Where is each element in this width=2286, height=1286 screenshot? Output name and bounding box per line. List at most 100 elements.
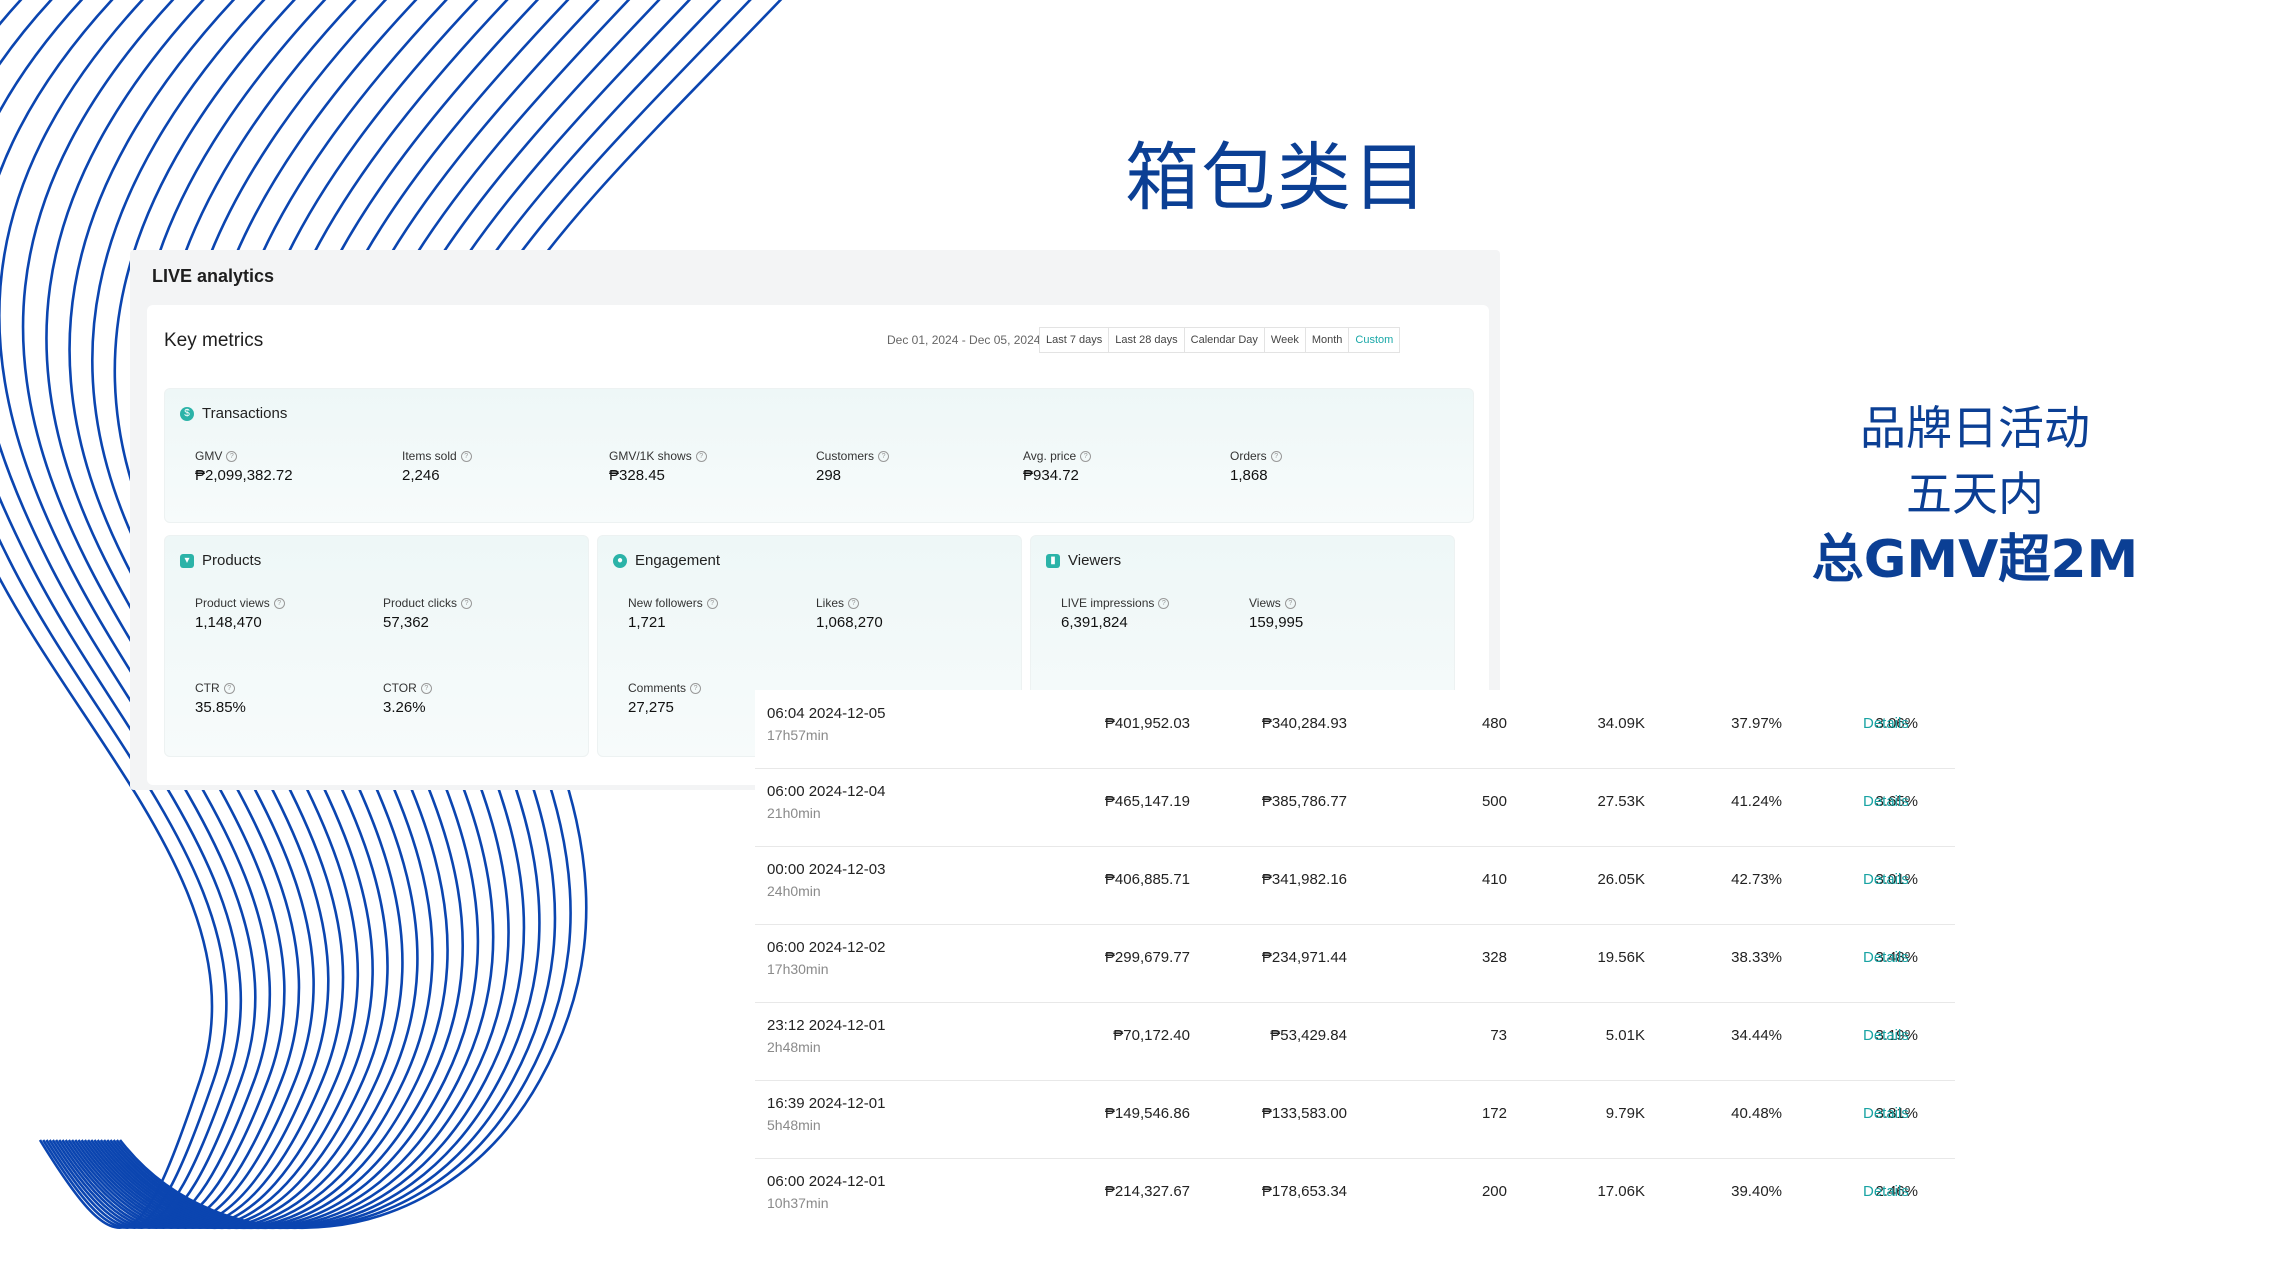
session-value-3: 480 — [1481, 715, 1507, 732]
viewers-header: ▮ Viewers — [1046, 552, 1121, 569]
session-duration: 10h37min — [767, 1195, 829, 1211]
metric-value: 1,721 — [628, 614, 666, 631]
help-icon[interactable]: ? — [223, 682, 235, 694]
metric-value: 159,995 — [1249, 614, 1304, 631]
details-link[interactable]: Details — [1863, 949, 1909, 966]
help-icon[interactable]: ? — [695, 450, 707, 462]
session-value-4: 26.05K — [1597, 871, 1645, 888]
slide-title: 箱包类目 — [1125, 135, 1429, 221]
details-link[interactable]: Details — [1863, 1105, 1909, 1122]
side-callout: 品牌日活动 五天内 总GMV超2M — [1780, 395, 2170, 593]
range-week-button[interactable]: Week — [1263, 327, 1306, 353]
session-value-4: 34.09K — [1597, 715, 1645, 732]
details-link[interactable]: Details — [1863, 715, 1909, 732]
metric-label: Items sold — [402, 449, 457, 463]
session-gmv: ₱406,885.71 — [1104, 871, 1190, 888]
session-start: 06:00 2024-12-01 — [767, 1173, 886, 1190]
help-icon[interactable]: ? — [1158, 597, 1170, 609]
metric-label: Comments — [628, 681, 687, 695]
session-start: 06:04 2024-12-05 — [767, 705, 886, 722]
metric-label: GMV/1K shows — [609, 449, 692, 463]
metric-label: Customers — [816, 449, 875, 463]
range-month-button[interactable]: Month — [1304, 327, 1350, 353]
products-panel: ▾ Products Product views? 1,148,470 Prod… — [164, 535, 589, 757]
metric-ctr: CTR? 35.85% — [195, 681, 246, 716]
help-icon[interactable]: ? — [1080, 450, 1092, 462]
session-value-5: 40.48% — [1731, 1105, 1782, 1122]
session-value-2: ₱340,284.93 — [1261, 715, 1347, 732]
session-value-3: 172 — [1481, 1105, 1507, 1122]
metric-likes: Likes? 1,068,270 — [816, 596, 883, 631]
session-start: 16:39 2024-12-01 — [767, 1095, 886, 1112]
metric-avg-price: Avg. price? ₱934.72 — [1023, 449, 1092, 484]
metric-live-impressions: LIVE impressions? 6,391,824 — [1061, 596, 1170, 631]
metric-label: CTR — [195, 681, 220, 695]
details-link[interactable]: Details — [1863, 871, 1909, 888]
engagement-title: Engagement — [635, 552, 721, 569]
session-value-3: 73 — [1490, 1027, 1507, 1044]
help-icon[interactable]: ? — [226, 450, 238, 462]
details-link[interactable]: Details — [1863, 1027, 1909, 1044]
help-icon[interactable]: ? — [878, 450, 890, 462]
live-sessions-table: 06:04 2024-12-05 17h57min ₱401,952.03 ₱3… — [755, 690, 1955, 1230]
help-icon[interactable]: ? — [461, 597, 473, 609]
metric-value: 3.26% — [383, 699, 426, 716]
session-value-5: 34.44% — [1731, 1027, 1782, 1044]
metric-label: Product views — [195, 596, 270, 610]
engagement-header: ● Engagement — [613, 552, 720, 569]
metric-product-clicks: Product clicks? 57,362 — [383, 596, 473, 631]
metric-value: 1,068,270 — [816, 614, 883, 631]
products-icon: ▾ — [180, 553, 194, 568]
metric-label: CTOR — [383, 681, 417, 695]
metric-label: Orders — [1230, 449, 1267, 463]
range-last-28-days-button[interactable]: Last 28 days — [1108, 327, 1185, 353]
session-value-3: 328 — [1481, 949, 1507, 966]
session-gmv: ₱149,546.86 — [1104, 1105, 1190, 1122]
transactions-title: Transactions — [202, 405, 288, 422]
callout-line-3: 总GMV超2M — [1811, 530, 2139, 590]
help-icon[interactable]: ? — [273, 597, 285, 609]
range-calendar-day-button[interactable]: Calendar Day — [1183, 327, 1265, 353]
details-link[interactable]: Details — [1863, 1183, 1909, 1200]
session-value-5: 38.33% — [1731, 949, 1782, 966]
session-value-3: 410 — [1481, 871, 1507, 888]
help-icon[interactable]: ? — [1284, 597, 1296, 609]
session-value-5: 42.73% — [1731, 871, 1782, 888]
callout-line-1: 品牌日活动 — [1860, 401, 2090, 455]
bar-chart-icon: ▮ — [1046, 553, 1060, 568]
metric-label: GMV — [195, 449, 223, 463]
help-icon[interactable]: ? — [690, 682, 702, 694]
session-start: 06:00 2024-12-04 — [767, 783, 886, 800]
metric-label: Likes — [816, 596, 845, 610]
products-title: Products — [202, 552, 262, 569]
session-value-2: ₱133,583.00 — [1261, 1105, 1347, 1122]
metric-label: LIVE impressions — [1061, 596, 1155, 610]
help-icon[interactable]: ? — [848, 597, 860, 609]
session-value-2: ₱385,786.77 — [1261, 793, 1347, 810]
session-value-3: 200 — [1481, 1183, 1507, 1200]
range-selector: Last 7 days Last 28 days Calendar Day We… — [1039, 327, 1401, 353]
help-icon[interactable]: ? — [460, 450, 472, 462]
transactions-panel: $ Transactions GMV? ₱2,099,382.72 Items … — [164, 388, 1474, 523]
metric-ctor: CTOR? 3.26% — [383, 681, 432, 716]
metric-value: 57,362 — [383, 614, 429, 631]
metric-views: Views? 159,995 — [1249, 596, 1303, 631]
details-link[interactable]: Details — [1863, 793, 1909, 810]
metric-label: Product clicks — [383, 596, 458, 610]
date-range[interactable]: Dec 01, 2024 - Dec 05, 2024 — [887, 333, 1040, 347]
session-gmv: ₱299,679.77 — [1104, 949, 1190, 966]
table-row: 23:12 2024-12-01 2h48min ₱70,172.40 ₱53,… — [755, 1002, 1955, 1081]
metric-gmv: GMV? ₱2,099,382.72 — [195, 449, 293, 484]
range-last-7-days-button[interactable]: Last 7 days — [1039, 327, 1110, 353]
metric-value: ₱328.45 — [609, 467, 665, 484]
metric-gmv-per-1k-shows: GMV/1K shows? ₱328.45 — [609, 449, 707, 484]
range-custom-button[interactable]: Custom — [1348, 327, 1401, 353]
metric-value: 1,868 — [1230, 467, 1268, 484]
session-start: 00:00 2024-12-03 — [767, 861, 886, 878]
transactions-header: $ Transactions — [180, 405, 287, 422]
help-icon[interactable]: ? — [706, 597, 718, 609]
help-icon[interactable]: ? — [1270, 450, 1282, 462]
help-icon[interactable]: ? — [420, 682, 432, 694]
session-value-5: 37.97% — [1731, 715, 1782, 732]
table-row: 16:39 2024-12-01 5h48min ₱149,546.86 ₱13… — [755, 1080, 1955, 1159]
